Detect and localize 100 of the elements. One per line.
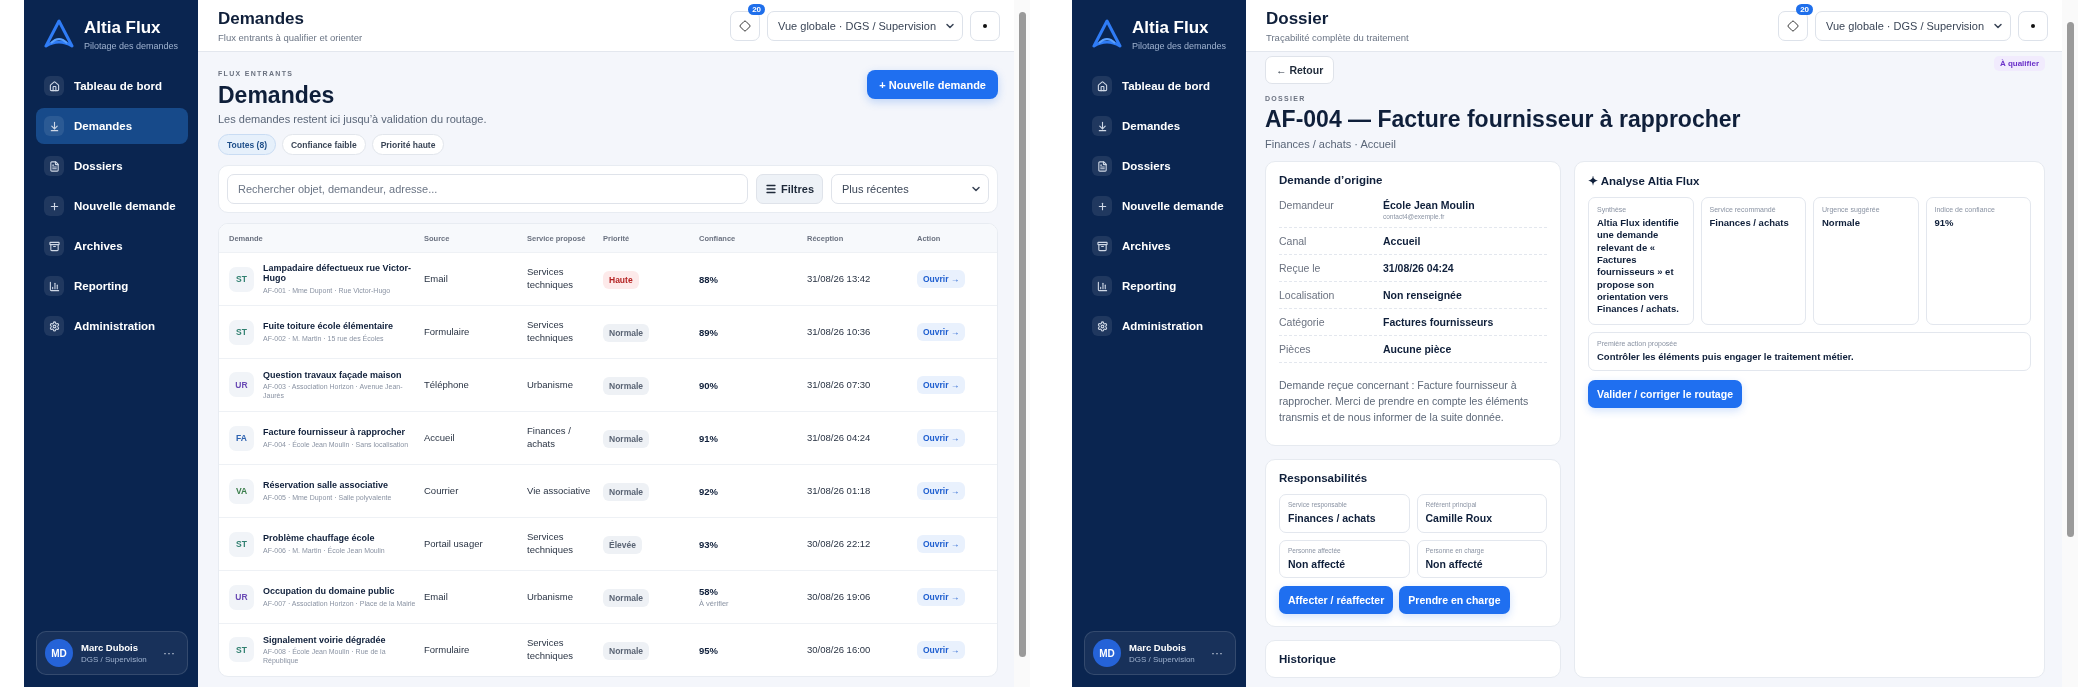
- page-subtitle: Flux entrants à qualifier et orienter: [218, 31, 363, 43]
- section-description: Les demandes restent ici jusqu’à validation du routage.: [218, 113, 487, 125]
- nav-item[interactable]: Nouvelle demande: [36, 188, 188, 224]
- open-button[interactable]: Ouvrir →: [917, 482, 966, 500]
- filter-chip[interactable]: Toutes (8): [218, 134, 276, 155]
- request-title: Réservation salle associative: [263, 480, 390, 491]
- user-name: Marc Dubois: [1129, 642, 1187, 653]
- confidence-value: 92%: [699, 485, 719, 497]
- notification-button[interactable]: [730, 10, 761, 41]
- request-title: Lampadaire défectueux rue Victor-Hugo: [263, 262, 412, 285]
- box-value: Non affecté: [1288, 557, 1347, 572]
- request-title: Occupation du domaine public: [263, 586, 396, 597]
- sort-select[interactable]: Plus récentes: [831, 174, 989, 204]
- priority-tag: Normale: [603, 324, 649, 342]
- menu-icon: [765, 183, 777, 195]
- filter-chip[interactable]: Confiance faible: [282, 134, 366, 155]
- open-button[interactable]: Ouvrir →: [917, 376, 966, 394]
- open-button[interactable]: Ouvrir →: [917, 323, 966, 341]
- priority-tag: Normale: [603, 483, 649, 501]
- open-button[interactable]: Ouvrir →: [917, 429, 966, 447]
- back-button[interactable]: ← Retour: [1265, 56, 1335, 84]
- request-title: Signalement voirie dégradée: [263, 634, 387, 646]
- view-select[interactable]: Vue globale · DGS / Supervision: [1815, 10, 2011, 41]
- nav-item[interactable]: Nouvelle demande: [1084, 188, 1236, 224]
- table-cell-text: Formulaire: [424, 325, 471, 339]
- plus-icon: [1092, 196, 1112, 216]
- table-cell-text: Finances / achats: [527, 425, 572, 451]
- table-cell-text: Services techniques: [527, 319, 574, 345]
- settings-icon: [44, 316, 64, 336]
- section-title: Demandes: [218, 82, 336, 109]
- archive-icon: [44, 236, 64, 256]
- download-icon: [1092, 116, 1112, 136]
- priority-tag: Haute: [603, 271, 639, 289]
- nav-item[interactable]: Administration: [36, 308, 188, 344]
- open-button[interactable]: Ouvrir →: [917, 641, 966, 659]
- filter-chip[interactable]: Priorité haute: [371, 134, 445, 155]
- settings-icon: [1092, 316, 1112, 336]
- confidence-value: 88%: [699, 273, 719, 285]
- nav-item[interactable]: Demandes: [1084, 108, 1236, 144]
- nav-item[interactable]: Archives: [36, 228, 188, 264]
- search-field[interactable]: Rechercher objet, demandeur, adresse...: [227, 174, 748, 204]
- table-cell-text: Formulaire: [424, 643, 471, 657]
- initials-avatar: FA: [229, 425, 254, 451]
- page-title: Demandes: [218, 8, 305, 29]
- validate-routing-button[interactable]: Valider / corriger le routage: [1588, 380, 1742, 409]
- nav-item[interactable]: Dossiers: [36, 148, 188, 184]
- table-cell-text: Email: [424, 272, 449, 286]
- document-icon: [44, 156, 64, 176]
- card-title: ✦ Analyse Altia Flux: [1588, 174, 1701, 188]
- new-request-button[interactable]: + Nouvelle demande: [867, 70, 998, 99]
- confidence-value: 95%: [699, 644, 719, 656]
- brand-tagline: Pilotage des demandes: [84, 41, 179, 51]
- box-value: Non affecté: [1425, 557, 1484, 572]
- initials-avatar: UR: [229, 372, 254, 398]
- field-value: Factures fournisseurs: [1383, 316, 1495, 328]
- open-button[interactable]: Ouvrir →: [917, 535, 966, 553]
- nav-item[interactable]: Administration: [1084, 308, 1236, 344]
- nav-item[interactable]: Demandes: [36, 108, 188, 144]
- box-value: Finances / achats: [1709, 217, 1790, 230]
- priority-tag: Normale: [603, 377, 649, 395]
- page-title: Dossier: [1266, 8, 1330, 29]
- open-button[interactable]: Ouvrir →: [917, 588, 966, 606]
- status-badge: À qualifier: [1993, 56, 2045, 71]
- view-select[interactable]: Vue globale · DGS / Supervision: [767, 10, 963, 41]
- table-cell-text: 31/08/26 07:30: [807, 378, 872, 392]
- filters-button[interactable]: Filtres: [756, 174, 823, 204]
- field-value: École Jean Moulin: [1383, 199, 1476, 211]
- nav-item[interactable]: Archives: [1084, 228, 1236, 264]
- confidence-value: 89%: [699, 326, 719, 338]
- nav-item[interactable]: Reporting: [36, 268, 188, 304]
- field-label: Reçue le: [1279, 262, 1322, 274]
- nav-item[interactable]: Tableau de bord: [1084, 68, 1236, 104]
- user-menu-button[interactable]: ···: [159, 646, 179, 660]
- action-button[interactable]: Prendre en charge: [1399, 586, 1510, 615]
- action-button[interactable]: Affecter / réaffecter: [1279, 586, 1394, 615]
- box-value: 91%: [1934, 217, 1955, 230]
- table-cell-text: 31/08/26 13:42: [807, 272, 872, 286]
- notification-badge: 20: [1796, 3, 1814, 15]
- card-title: Historique: [1279, 653, 1337, 666]
- table-cell-text: Urbanisme: [527, 590, 574, 604]
- table-cell-text: 30/08/26 22:12: [807, 537, 872, 551]
- scrollbar[interactable]: [2062, 0, 2078, 687]
- home-icon: [44, 76, 64, 96]
- initials-avatar: VA: [229, 478, 254, 504]
- nav-item[interactable]: Reporting: [1084, 268, 1236, 304]
- document-icon: [1092, 156, 1112, 176]
- field-value: Non renseignée: [1383, 289, 1463, 301]
- nav-item[interactable]: Tableau de bord: [36, 68, 188, 104]
- notification-badge: 20: [748, 3, 766, 15]
- table-cell-text: 30/08/26 19:06: [807, 590, 872, 604]
- table-cell-text: 31/08/26 01:18: [807, 484, 872, 498]
- nav-item[interactable]: Dossiers: [1084, 148, 1236, 184]
- confidence-value: 91%: [699, 432, 719, 444]
- card-title: Responsabilités: [1279, 472, 1369, 484]
- user-menu-button[interactable]: ···: [1207, 646, 1227, 660]
- notification-button[interactable]: [1778, 10, 1809, 41]
- brand-name: Altia Flux: [84, 18, 162, 38]
- table-cell-text: Vie associative: [527, 484, 592, 498]
- scrollbar[interactable]: [1014, 0, 1030, 687]
- open-button[interactable]: Ouvrir →: [917, 270, 966, 288]
